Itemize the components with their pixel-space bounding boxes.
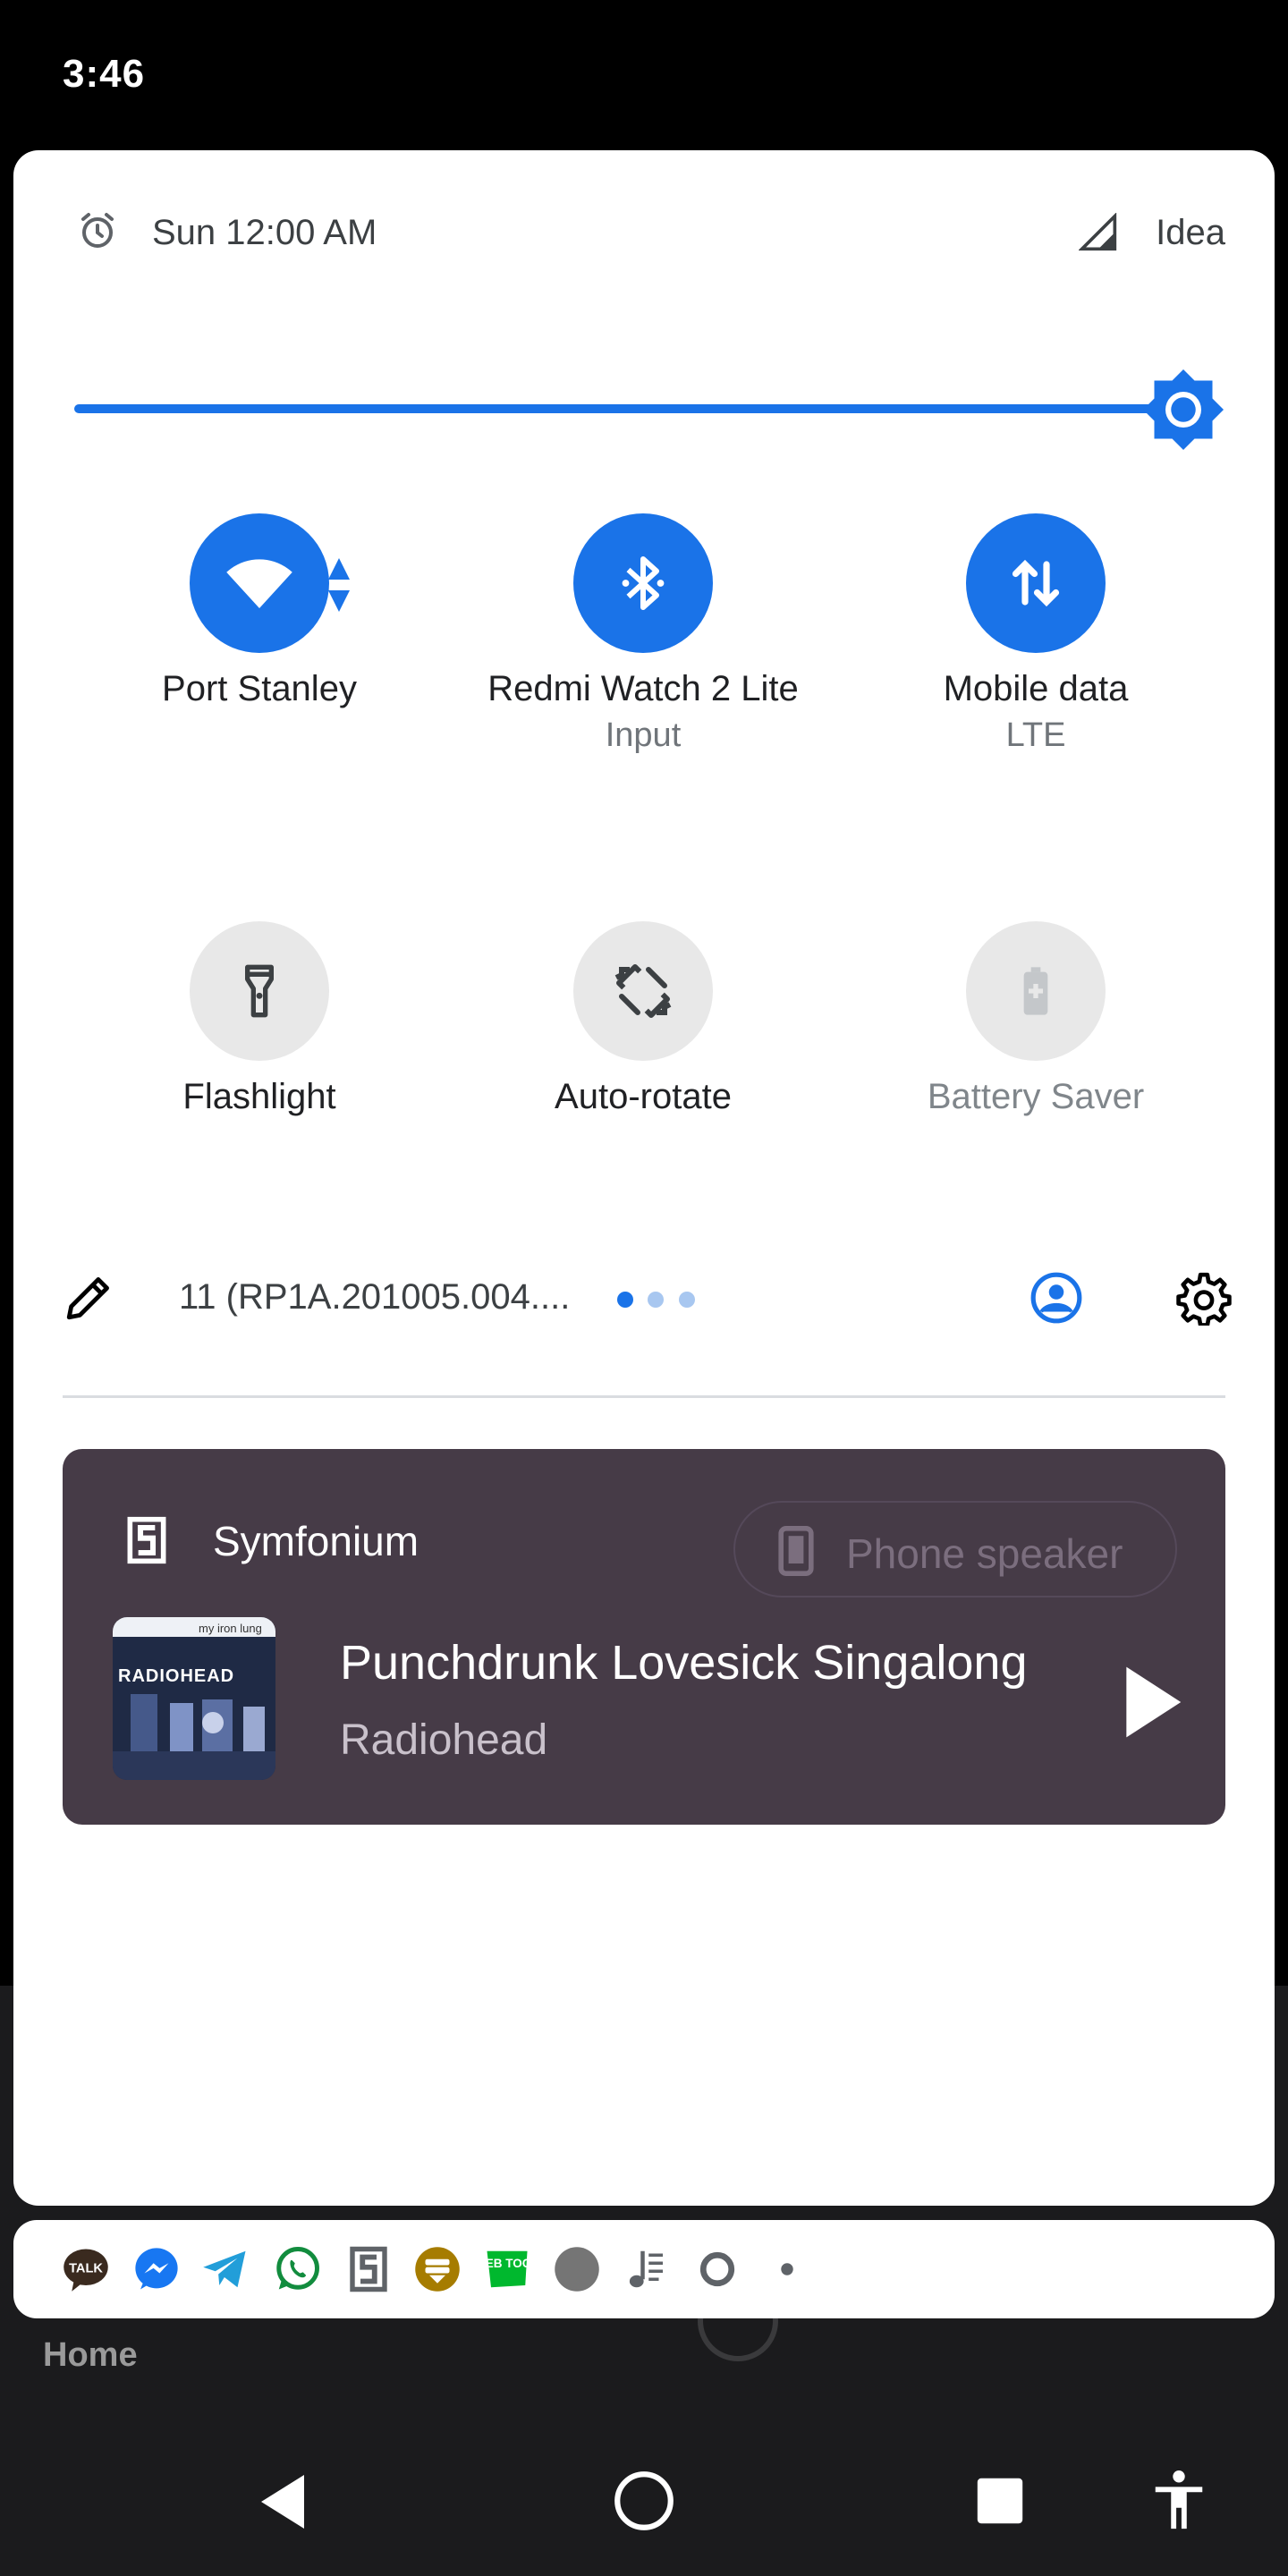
symfonium-icon xyxy=(127,1516,166,1564)
tile-battery-saver[interactable]: Battery Saver xyxy=(848,921,1224,1117)
user-switcher-icon[interactable] xyxy=(1029,1270,1084,1326)
auto-rotate-icon xyxy=(614,964,672,1018)
system-navigation-bar xyxy=(0,2397,1288,2576)
more-dot-icon[interactable] xyxy=(763,2245,811,2293)
song-artist: Radiohead xyxy=(340,1716,548,1764)
tile-battery-saver-label: Battery Saver xyxy=(927,1077,1145,1116)
output-device-chip[interactable]: Phone speaker xyxy=(733,1501,1177,1597)
recents-icon[interactable] xyxy=(975,2476,1025,2526)
telegram-icon[interactable] xyxy=(201,2245,250,2293)
media-app-name: Symfonium xyxy=(213,1518,419,1564)
tile-bluetooth[interactable]: Redmi Watch 2 Lite Input xyxy=(455,513,831,755)
edit-pencil-icon[interactable] xyxy=(63,1272,114,1324)
kakaotalk-icon[interactable]: TALK xyxy=(62,2245,110,2293)
cell-signal-icon xyxy=(1079,213,1117,251)
phone-speaker-icon xyxy=(778,1526,814,1576)
output-device-label: Phone speaker xyxy=(846,1530,1123,1577)
tile-battery-saver-button[interactable] xyxy=(966,921,1106,1061)
home-icon[interactable] xyxy=(614,2470,674,2531)
bitwarden-icon[interactable] xyxy=(413,2245,462,2293)
wifi-activity-icon xyxy=(328,558,350,612)
settings-gear-icon[interactable] xyxy=(1176,1270,1232,1326)
tile-mobile-data-sublabel: LTE xyxy=(1005,716,1066,754)
webtoon-label: WEB TOON xyxy=(483,2257,531,2270)
music-note-icon[interactable] xyxy=(623,2245,671,2293)
play-icon[interactable] xyxy=(1118,1664,1186,1741)
tile-bluetooth-label: Redmi Watch 2 Lite xyxy=(487,669,799,708)
qs-footer: 11 (RP1A.201005.004.... xyxy=(63,1252,1243,1342)
tile-flashlight[interactable]: Flashlight xyxy=(72,921,447,1117)
tile-bluetooth-button[interactable] xyxy=(573,513,713,653)
page-dot-1 xyxy=(617,1292,633,1308)
battery-saver-icon xyxy=(1023,967,1048,1015)
qs-divider xyxy=(63,1395,1225,1398)
tile-auto-rotate[interactable]: Auto-rotate xyxy=(455,921,831,1117)
notification-icons-bar[interactable]: TALK WEB TOON xyxy=(13,2220,1275,2318)
song-title: Punchdrunk Lovesick Singalong xyxy=(340,1636,1028,1690)
album-art[interactable]: my iron lung RADIOHEAD xyxy=(113,1617,275,1780)
tile-mobile-data[interactable]: Mobile data LTE xyxy=(848,513,1224,755)
media-player-card[interactable]: Symfonium Phone speaker my iron lung RAD… xyxy=(63,1449,1225,1825)
next-alarm-text[interactable]: Sun 12:00 AM xyxy=(152,213,377,253)
tile-auto-rotate-button[interactable] xyxy=(573,921,713,1061)
quick-settings-panel: Sun 12:00 AM Idea Port Stanley Redmi Wat… xyxy=(13,150,1275,2206)
tile-mobile-data-label: Mobile data xyxy=(943,669,1129,708)
tile-auto-rotate-label: Auto-rotate xyxy=(555,1077,732,1116)
page-dot-3 xyxy=(678,1292,695,1308)
messenger-icon[interactable] xyxy=(132,2245,181,2293)
build-number[interactable]: 11 (RP1A.201005.004.... xyxy=(179,1277,570,1318)
tile-bluetooth-sublabel: Input xyxy=(605,716,682,754)
background-home-tab: Home xyxy=(43,2336,138,2374)
alarm-icon[interactable] xyxy=(76,209,119,252)
album-art-image: my iron lung RADIOHEAD xyxy=(113,1617,275,1780)
gray-circle-icon[interactable] xyxy=(553,2245,601,2293)
wifi-icon xyxy=(226,559,292,608)
tile-wifi-label: Port Stanley xyxy=(162,669,357,708)
tile-wifi[interactable]: Port Stanley xyxy=(72,513,447,709)
tile-flashlight-button[interactable] xyxy=(190,921,329,1061)
brightness-track[interactable] xyxy=(74,404,1183,413)
page-dot-2 xyxy=(648,1292,665,1308)
ring-icon[interactable] xyxy=(693,2245,741,2293)
symfonium-icon[interactable] xyxy=(344,2245,393,2293)
webtoon-icon[interactable]: WEB TOON xyxy=(483,2245,531,2293)
back-icon[interactable] xyxy=(256,2472,309,2531)
album-art-subtext: my iron lung xyxy=(199,1622,262,1635)
tile-flashlight-label: Flashlight xyxy=(182,1077,336,1116)
tile-mobile-data-button[interactable] xyxy=(966,513,1106,653)
brightness-slider[interactable] xyxy=(74,365,1237,454)
whatsapp-icon[interactable] xyxy=(273,2245,321,2293)
mobile-data-icon xyxy=(1012,559,1060,607)
kakaotalk-label: TALK xyxy=(69,2261,103,2275)
status-time: 3:46 xyxy=(63,52,146,96)
accessibility-icon[interactable] xyxy=(1152,2469,1206,2531)
flashlight-icon xyxy=(245,964,274,1018)
tile-wifi-button[interactable] xyxy=(190,513,329,653)
qs-header: Sun 12:00 AM Idea xyxy=(63,204,1225,258)
album-art-title: RADIOHEAD xyxy=(118,1666,234,1686)
carrier-name: Idea xyxy=(1156,213,1225,252)
status-bar: 3:46 xyxy=(0,0,1288,150)
brightness-thumb-icon[interactable] xyxy=(1139,365,1228,454)
bluetooth-icon xyxy=(622,556,665,610)
page-indicator xyxy=(617,1292,706,1312)
